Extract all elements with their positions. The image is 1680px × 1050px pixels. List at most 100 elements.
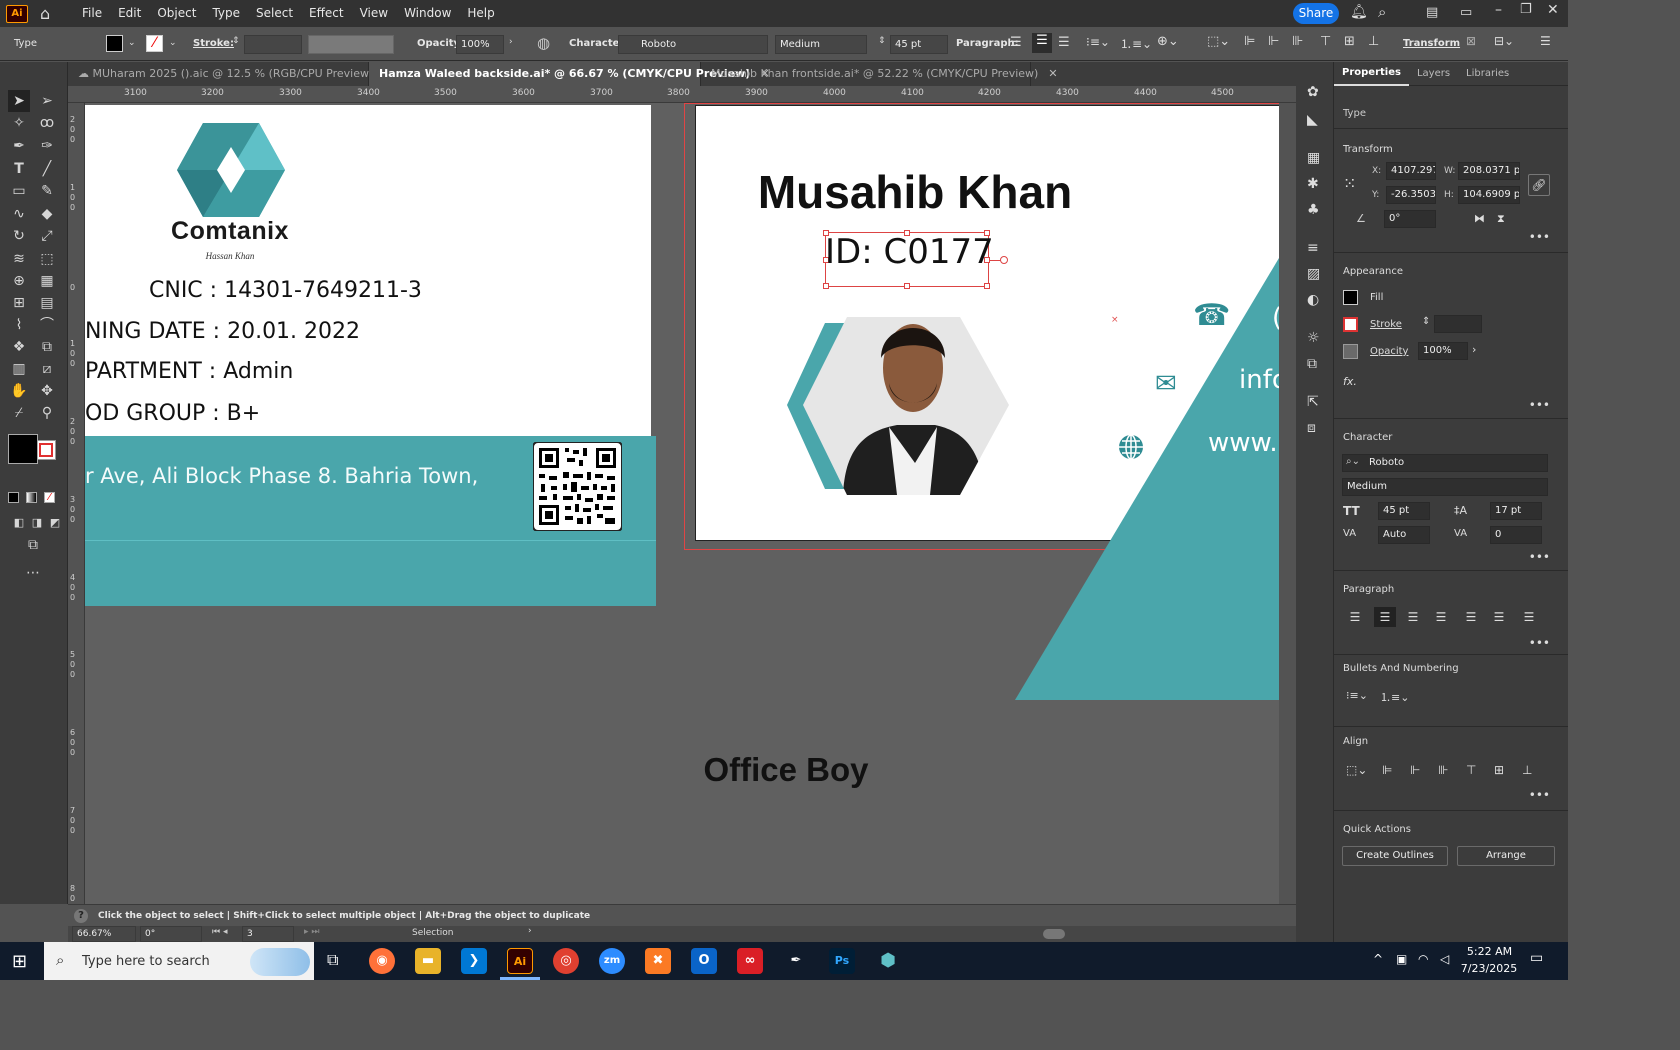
artboard-number-field[interactable]: 3 [242, 926, 294, 942]
notifications-icon[interactable]: ▭ [1530, 950, 1543, 966]
photoshop-icon[interactable]: Ps [829, 948, 855, 974]
align-hcenter-icon[interactable]: ⊩ [1268, 34, 1279, 49]
brushes-icon[interactable]: ✱ [1307, 176, 1319, 192]
rotate-view-field[interactable]: 0° [140, 926, 202, 942]
y-field[interactable]: -26.3503 p [1386, 186, 1436, 204]
menu-window[interactable]: Window [396, 0, 459, 27]
cnic-text[interactable]: CNIC : 14301-7649211-3 [149, 278, 422, 303]
numbering-icon[interactable]: ⒈≡⌄ [1120, 35, 1152, 52]
menu-edit[interactable]: Edit [110, 0, 149, 27]
tab-hamza-backside[interactable]: Hamza Waleed backside.ai* @ 66.67 % (CMY… [369, 62, 770, 86]
help-icon[interactable]: ? [74, 908, 88, 923]
type-tool-icon[interactable]: T [8, 158, 30, 180]
width-field[interactable]: 208.0371 p [1458, 162, 1520, 180]
search-icon[interactable]: ⌕ [1378, 3, 1386, 21]
graph-tool-icon[interactable]: ▥ [8, 358, 30, 380]
paragraph-align-center-icon[interactable]: ☰ [1374, 607, 1396, 627]
align-right-objects-icon[interactable]: ⊪ [1438, 763, 1448, 777]
stepper-icon[interactable]: ⇕ [232, 36, 240, 46]
puppet-warp-icon[interactable]: ✥ [36, 380, 58, 402]
stepper-icon[interactable]: ⇕ [878, 36, 886, 46]
fill-swatch[interactable] [106, 35, 123, 52]
color-mode-icon[interactable] [8, 492, 19, 503]
align-right-icon[interactable]: ☰ [1058, 35, 1070, 50]
more-options-icon[interactable]: ••• [1529, 398, 1550, 412]
justify-right-icon[interactable]: ☰ [1490, 610, 1508, 624]
transparency-icon[interactable]: ◐ [1307, 292, 1319, 308]
artboard-canvas[interactable]: Comtanix Hassan Khan CNIC : 14301-764921… [85, 103, 1279, 904]
tab-musahib-frontside[interactable]: Musahib Khan frontside.ai* @ 52.22 % (CM… [701, 62, 1058, 86]
x-field[interactable]: 4107.2979 [1386, 162, 1436, 180]
stepper-icon[interactable]: ⇕ [1422, 316, 1430, 327]
illustrator-taskbar-icon[interactable]: Ai [507, 948, 533, 974]
stroke-weight-field[interactable] [244, 35, 302, 54]
flip-horizontal-icon[interactable]: ⧓ [1474, 212, 1485, 225]
company-name[interactable]: Comtanix [145, 217, 315, 246]
menu-type[interactable]: Type [204, 0, 248, 27]
direct-selection-tool-icon[interactable]: ➢ [36, 90, 58, 112]
globe-icon[interactable] [1117, 433, 1145, 461]
screen-mode-icon[interactable]: ⧉ [22, 534, 44, 556]
more-tools-icon[interactable]: ⋯ [22, 562, 44, 584]
align-vcenter-icon[interactable]: ⊞ [1344, 34, 1355, 49]
qr-code[interactable] [533, 442, 622, 531]
paintbrush-icon[interactable]: ✎ [36, 180, 58, 202]
globe-options-icon[interactable]: ⊕⌄ [1157, 34, 1179, 49]
pen-tool-icon[interactable]: ✒ [8, 135, 30, 157]
stroke-swatch[interactable] [1343, 317, 1358, 332]
image-trace-icon[interactable]: ◣ [1307, 112, 1318, 128]
shape-builder-icon[interactable]: ⊕ [8, 270, 30, 292]
flip-vertical-icon[interactable]: ⧗ [1497, 212, 1505, 226]
chrome-icon[interactable]: ◎ [553, 948, 579, 974]
home-icon[interactable]: ⌂ [40, 4, 60, 23]
more-options-icon[interactable]: ••• [1529, 788, 1550, 802]
photo-frame[interactable] [785, 313, 1015, 498]
outlook-icon[interactable]: O [691, 948, 717, 974]
align-hcenter-icon[interactable]: ⊩ [1410, 763, 1420, 777]
windows-start-icon[interactable]: ⊞ [12, 951, 27, 972]
chevron-right-icon[interactable]: › [528, 926, 532, 936]
height-field[interactable]: 104.6909 p [1458, 186, 1520, 204]
variable-width-field[interactable] [308, 35, 394, 54]
constrain-proportions-icon[interactable]: 🔗︎ [1528, 174, 1550, 196]
horizontal-scrollbar[interactable] [1043, 929, 1065, 939]
close-icon[interactable]: ✕ [1048, 67, 1057, 80]
font-style-field[interactable]: Medium [775, 35, 867, 54]
arrange-button[interactable]: Arrange [1457, 846, 1555, 866]
numbering-icon[interactable]: ⒈≡⌄ [1380, 689, 1409, 705]
department-text[interactable]: PARTMENT : Admin [85, 359, 293, 384]
firefox-icon[interactable]: ◉ [369, 948, 395, 974]
zoom-app-icon[interactable]: zm [599, 948, 625, 974]
fill-swatch[interactable] [1343, 290, 1358, 305]
rotate-field[interactable]: 0° [1384, 210, 1436, 228]
justify-center-icon[interactable]: ☰ [1462, 610, 1480, 624]
effects-icon[interactable]: fx. [1343, 375, 1357, 388]
gradient-panel-icon[interactable]: ▨ [1307, 266, 1320, 282]
stroke-label[interactable]: Stroke [1370, 319, 1402, 330]
clock-date[interactable]: 7/23/2025 [1458, 962, 1520, 975]
opacity-field[interactable]: 100% [456, 35, 504, 54]
graphic-styles-icon[interactable]: ⧉ [1307, 356, 1317, 372]
pen-app-icon[interactable]: ✒ [783, 948, 809, 974]
recolor-icon[interactable]: ◍ [537, 34, 550, 52]
eraser-icon[interactable]: ◆ [36, 203, 58, 225]
volume-icon[interactable]: ◁ [1440, 952, 1449, 966]
hand-tool-icon[interactable]: ✋ [8, 380, 30, 402]
tray-network-icon[interactable]: ▣ [1396, 952, 1407, 966]
resize-handle[interactable] [984, 283, 990, 289]
transform-label[interactable]: Transform [1403, 38, 1460, 49]
knife-icon[interactable]: ⌿ [8, 402, 30, 424]
font-size-field[interactable]: 45 pt [1378, 502, 1430, 520]
contact-phone-text[interactable]: ( [1272, 303, 1279, 333]
symbol-sprayer-icon[interactable]: ❖ [8, 336, 30, 358]
next-artboard-icon[interactable]: ▸ ⏭ [304, 927, 319, 937]
align-center-icon[interactable]: ☰ [1032, 33, 1052, 53]
hex-app-icon[interactable]: ⬢ [875, 948, 901, 974]
front-card-teal-triangle[interactable] [1015, 258, 1279, 700]
justify-left-icon[interactable]: ☰ [1432, 610, 1450, 624]
zoom-field[interactable]: 66.67% [72, 926, 136, 942]
bell-icon[interactable]: 🔔︎ [1350, 4, 1368, 20]
tab-layers[interactable]: Layers [1409, 63, 1458, 85]
stroke-panel-icon[interactable]: ≡ [1307, 240, 1319, 256]
align-left-icon[interactable]: ☰ [1010, 35, 1022, 50]
